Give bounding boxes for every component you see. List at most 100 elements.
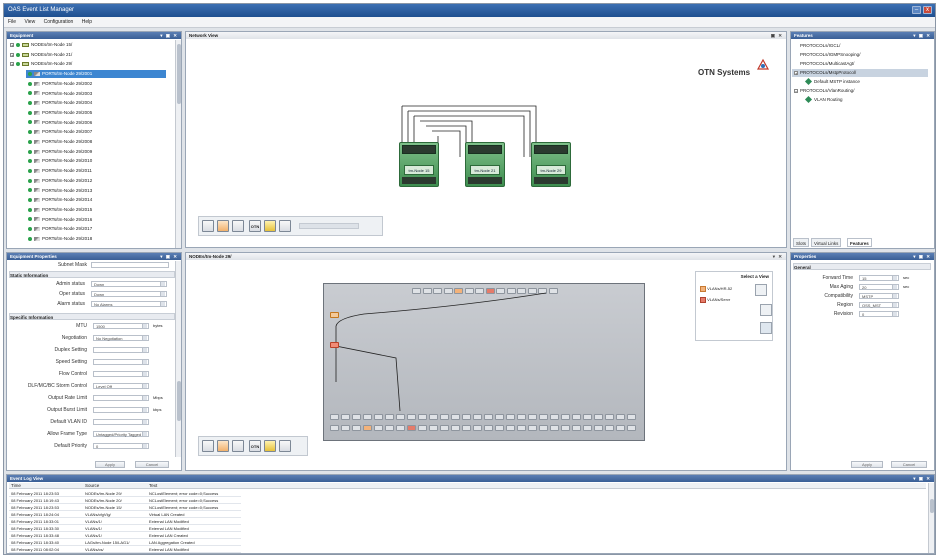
- tree-port[interactable]: PORTs/tm-Node 29/2009: [26, 148, 166, 156]
- scroll-thumb[interactable]: [930, 499, 934, 513]
- panel-controls[interactable]: ▾ ✕: [773, 253, 783, 260]
- specific-info-section[interactable]: Specific Information: [9, 313, 175, 320]
- dropdown-arrow-icon[interactable]: [892, 285, 897, 289]
- property-value[interactable]: OSS_MST: [859, 302, 899, 308]
- tree-port[interactable]: PORTs/tm-Node 29/2012: [26, 177, 166, 185]
- otn-icon[interactable]: OTN: [249, 440, 261, 452]
- tree-port[interactable]: PORTs/tm-Node 29/2010: [26, 157, 166, 165]
- minimize-button[interactable]: –: [912, 6, 921, 14]
- image-icon[interactable]: [232, 220, 244, 232]
- zoom-icon[interactable]: [279, 440, 291, 452]
- panel-controls[interactable]: ▾ ▣ ✕: [913, 475, 931, 482]
- table-row[interactable]: 08 February 2011 18:23:53 NODEs/tm-Node 1…: [9, 504, 241, 511]
- menu-view[interactable]: View: [24, 19, 35, 25]
- dropdown-arrow-icon[interactable]: [142, 444, 147, 448]
- feature-item[interactable]: VLAN Routing: [804, 96, 928, 104]
- equipment-scrollbar[interactable]: [175, 40, 181, 248]
- apply-button[interactable]: Apply: [851, 461, 883, 468]
- feature-item[interactable]: − PROTOCOLs/VlanRouting/: [792, 87, 928, 95]
- tree-port[interactable]: PORTs/tm-Node 29/2005: [26, 109, 166, 117]
- tree-port[interactable]: PORTs/tm-Node 29/2017: [26, 225, 166, 233]
- table-row[interactable]: 08 February 2011 18:24:04 VLANs/cfgVlg/Vi…: [9, 511, 241, 518]
- view-button[interactable]: [760, 322, 772, 334]
- dropdown-arrow-icon[interactable]: [142, 384, 147, 388]
- property-value[interactable]: 0: [93, 443, 149, 449]
- port-highlight[interactable]: [330, 342, 339, 348]
- zoom-icon[interactable]: [279, 220, 291, 232]
- device-node-29[interactable]: tm-Node 29: [531, 142, 571, 187]
- print-icon[interactable]: [202, 440, 214, 452]
- property-value[interactable]: [93, 347, 149, 353]
- close-button[interactable]: x: [923, 6, 932, 14]
- view-button[interactable]: [760, 304, 772, 316]
- tree-node[interactable]: + NODEs/tm-Node 29/: [8, 60, 168, 68]
- scroll-thumb[interactable]: [177, 44, 181, 104]
- menu-file[interactable]: File: [8, 19, 16, 25]
- dropdown-arrow-icon[interactable]: [142, 432, 147, 436]
- table-row[interactable]: 08 February 2011 18:19:43 NODEs/tm-Node 2…: [9, 497, 241, 504]
- property-value[interactable]: [93, 395, 149, 401]
- tree-node[interactable]: + NODEs/tm-Node 15/: [8, 41, 168, 49]
- table-row[interactable]: 08 February 2011 08:02:04 VLANs/cs/Extern…: [9, 546, 241, 553]
- dropdown-arrow-icon[interactable]: [142, 396, 147, 400]
- dropdown-arrow-icon[interactable]: [142, 372, 147, 376]
- view-item[interactable]: VLANs/HR-52: [700, 285, 732, 292]
- apply-button[interactable]: Apply: [95, 461, 125, 468]
- table-row[interactable]: 08 February 2011 18:33:30 VLANs/1/Externa…: [9, 525, 241, 532]
- property-value[interactable]: [93, 407, 149, 413]
- dropdown-arrow-icon[interactable]: [892, 294, 897, 298]
- tree-port[interactable]: PORTs/tm-Node 29/2003: [26, 90, 166, 98]
- expand-icon[interactable]: +: [794, 70, 798, 75]
- tree-port[interactable]: PORTs/tm-Node 29/2001: [26, 70, 166, 79]
- panel-controls[interactable]: ▾ ▣ ✕: [160, 253, 178, 260]
- property-value[interactable]: 0: [859, 311, 899, 317]
- property-value[interactable]: Untagged/Priority Tagged: [93, 431, 149, 437]
- dropdown-arrow-icon[interactable]: [142, 348, 147, 352]
- feature-item[interactable]: PROTOCOLs/IGCL/: [798, 42, 928, 50]
- property-value[interactable]: Down: [91, 291, 167, 297]
- panel-controls[interactable]: ▣ ✕: [771, 32, 783, 39]
- tree-port[interactable]: PORTs/tm-Node 29/2006: [26, 119, 166, 127]
- scroll-thumb[interactable]: [177, 381, 181, 421]
- dropdown-arrow-icon[interactable]: [892, 303, 897, 307]
- tab-slots[interactable]: Slots: [793, 238, 810, 247]
- zoom-slider[interactable]: [299, 223, 359, 229]
- print-icon[interactable]: [202, 220, 214, 232]
- dropdown-arrow-icon[interactable]: [160, 292, 165, 296]
- node-chassis[interactable]: [323, 283, 645, 441]
- property-value[interactable]: No Alarms: [91, 301, 167, 307]
- view-button[interactable]: [755, 284, 767, 296]
- dropdown-arrow-icon[interactable]: [142, 408, 147, 412]
- general-section[interactable]: General: [793, 263, 931, 270]
- port-highlight[interactable]: [330, 312, 339, 318]
- device-node-15[interactable]: tm-Node 15: [399, 142, 439, 187]
- feature-item[interactable]: + PROTOCOLs/MstpProtocol/: [792, 69, 928, 77]
- expand-icon[interactable]: +: [10, 42, 14, 47]
- tree-port[interactable]: PORTs/tm-Node 29/2014: [26, 196, 166, 204]
- property-value[interactable]: Level Off: [93, 383, 149, 389]
- cancel-button[interactable]: Cancel: [135, 461, 169, 468]
- property-value[interactable]: Down: [91, 281, 167, 287]
- column-source[interactable]: Source: [85, 483, 99, 489]
- dropdown-arrow-icon[interactable]: [892, 276, 897, 280]
- panel-controls[interactable]: ▾ ▣ ✕: [913, 253, 931, 260]
- dropdown-arrow-icon[interactable]: [892, 312, 897, 316]
- subnet-mask-field[interactable]: [91, 262, 169, 268]
- expand-icon[interactable]: −: [794, 88, 798, 93]
- expand-icon[interactable]: +: [10, 62, 14, 67]
- table-row[interactable]: 08 February 2011 18:23:53 NODEs/tm-Node 2…: [9, 490, 241, 497]
- tab-virtual-links[interactable]: Virtual Links: [811, 238, 842, 247]
- property-value[interactable]: 1500: [93, 323, 149, 329]
- menu-help[interactable]: Help: [82, 19, 92, 25]
- export-icon[interactable]: [217, 220, 229, 232]
- lock-icon[interactable]: [264, 440, 276, 452]
- feature-item[interactable]: PROTOCOLs/MulticastAgt/: [798, 60, 928, 68]
- device-node-21[interactable]: tm-Node 21: [465, 142, 505, 187]
- tab-features[interactable]: Features: [847, 238, 872, 247]
- panel-controls[interactable]: ▾ ▣ ✕: [160, 32, 178, 39]
- column-time[interactable]: Time: [11, 483, 21, 489]
- property-value[interactable]: [93, 359, 149, 365]
- properties-scrollbar[interactable]: [175, 261, 181, 457]
- property-value[interactable]: [93, 371, 149, 377]
- property-value[interactable]: No Negotiation: [93, 335, 149, 341]
